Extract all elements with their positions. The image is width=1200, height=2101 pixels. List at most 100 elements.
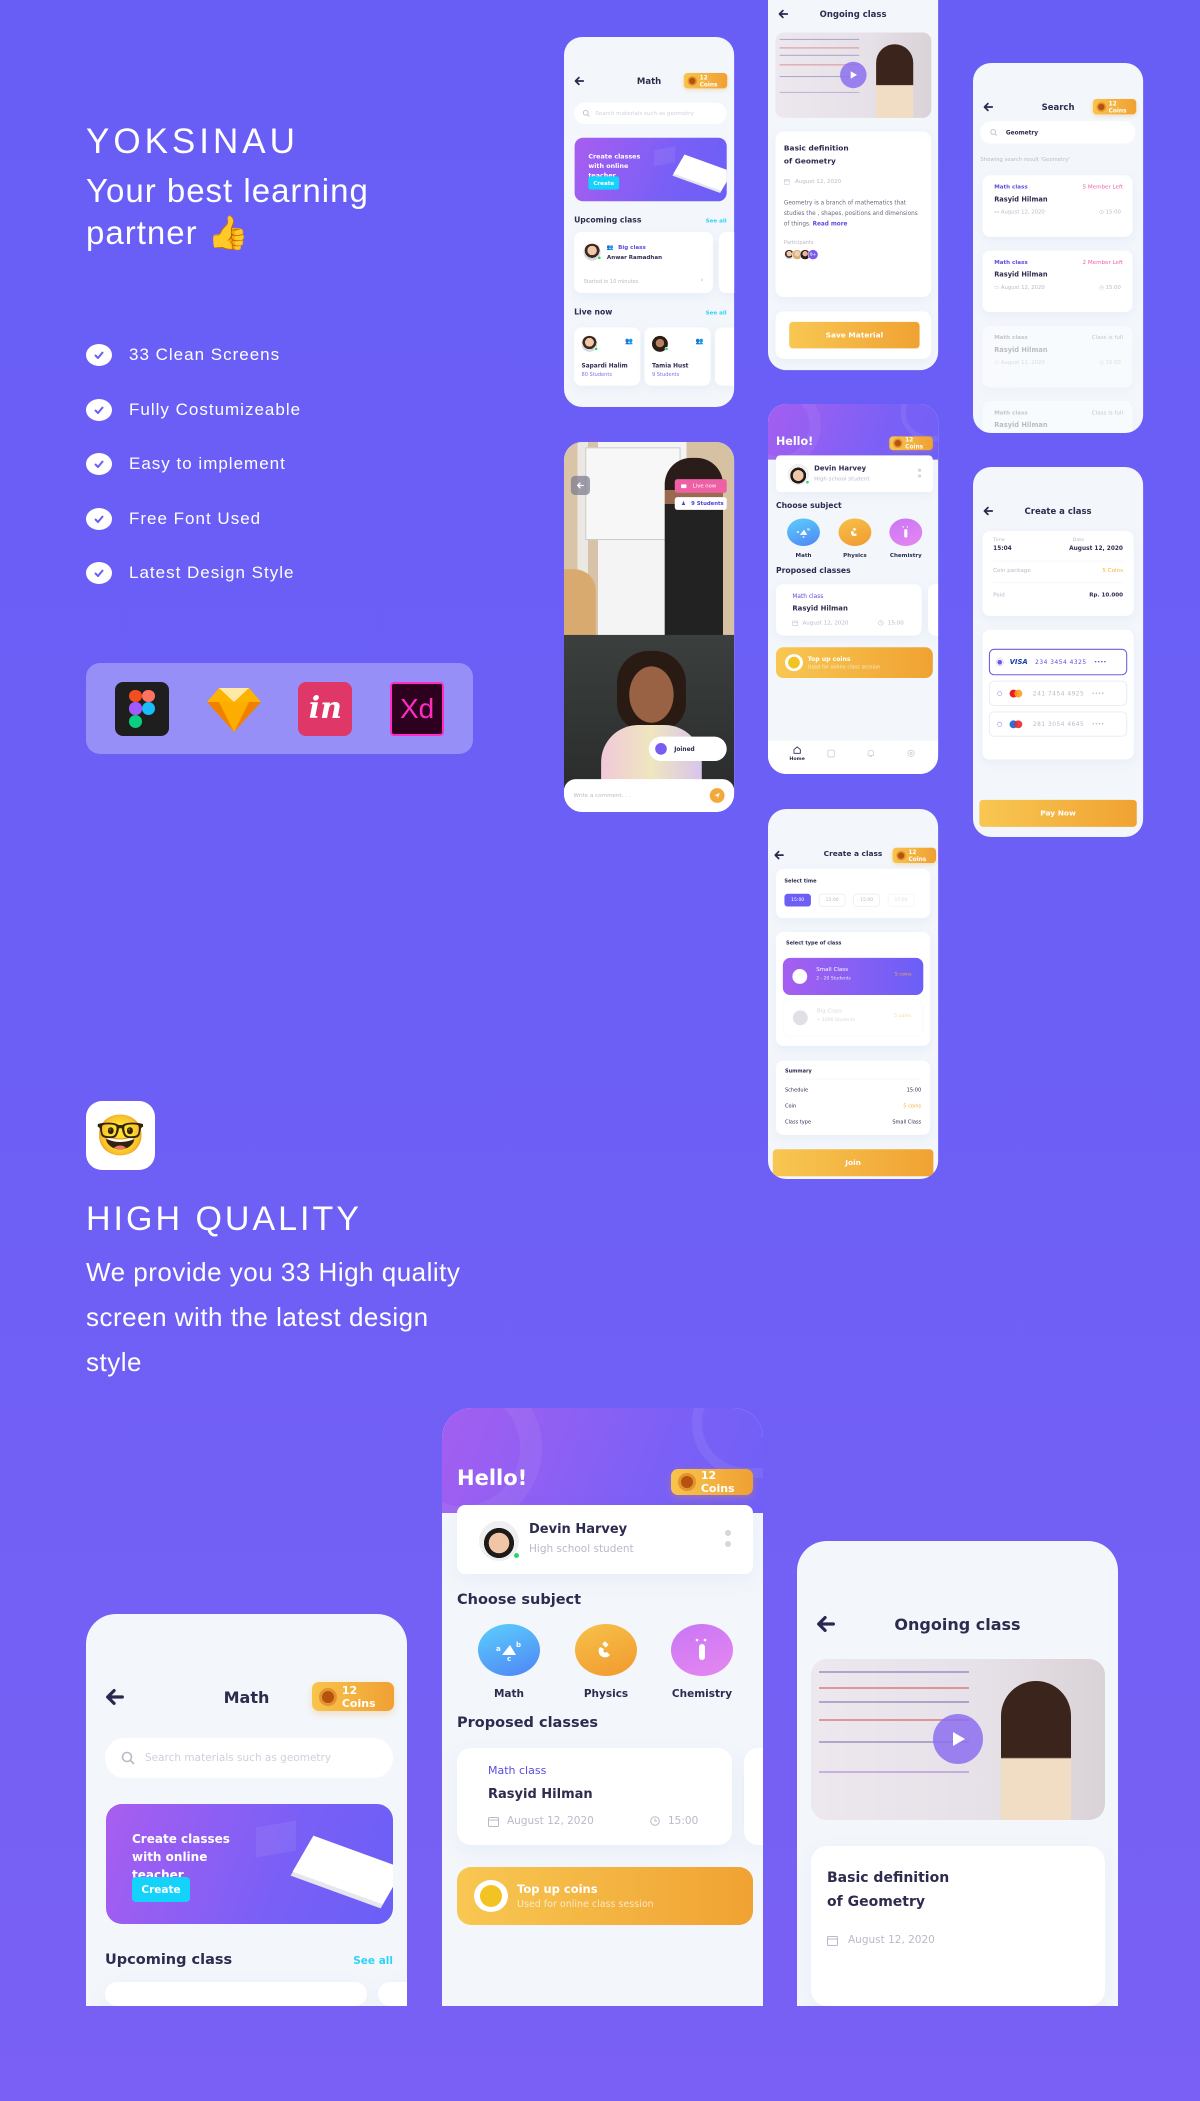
search-result-item[interactable]: Math class 2 Member Left Rasyid Hilman ▭…: [982, 250, 1133, 313]
user-name: Devin Harvey: [529, 1522, 628, 1537]
pay-now-button[interactable]: Pay Now: [979, 799, 1137, 827]
play-button[interactable]: [840, 61, 867, 89]
join-button[interactable]: Join: [772, 1149, 934, 1177]
top-up-coins-banner[interactable]: Top up coins Used for online class sessi…: [775, 647, 933, 679]
payment-card-option[interactable]: 241 7454 4925 ••••: [988, 680, 1128, 707]
search-result-item[interactable]: Math class 5 Member Left Rasyid Hilman ▭…: [982, 175, 1133, 237]
upcoming-class-card[interactable]: [105, 1982, 367, 2006]
summary-title: Summary: [784, 1068, 812, 1074]
subject-math-button[interactable]: a bc: [478, 1624, 540, 1676]
class-type-price: 5 coins: [894, 1013, 912, 1019]
subject-label: Math: [795, 552, 812, 559]
subject-chemistry-button[interactable]: [889, 518, 923, 547]
coins-badge[interactable]: 12 Coins: [671, 1469, 753, 1495]
search-result-item[interactable]: Math class Class is full Rasyid Hilman ▭…: [982, 325, 1133, 388]
upcoming-title: Upcoming class: [105, 1952, 233, 1968]
coin-icon: [474, 1880, 508, 1912]
search-input[interactable]: Geometry: [980, 121, 1136, 144]
proposed-class-card[interactable]: Math class Rasyid Hilman August 12, 2020…: [775, 584, 922, 636]
read-more-link[interactable]: Read more: [813, 220, 848, 227]
coins-label: 12 Coins: [908, 848, 927, 863]
teacher-name: Rasyid Hilman: [994, 194, 1048, 203]
coins-badge[interactable]: 12 Coins: [312, 1682, 394, 1711]
material-date: August 12, 2020: [783, 178, 841, 185]
triangle-abc-icon: a bc: [496, 1641, 521, 1661]
create-button[interactable]: Create: [588, 176, 620, 190]
time-chip-selected[interactable]: 15:00: [784, 893, 811, 907]
select-type-card: Select type of class Small Class 2 - 20 …: [775, 931, 931, 1046]
video-thumbnail[interactable]: [811, 1659, 1105, 1820]
chevron-right-icon[interactable]: ›: [700, 276, 703, 284]
save-material-button[interactable]: Save Material: [789, 321, 920, 349]
participants-avatars[interactable]: 9+: [783, 249, 819, 260]
coins-badge[interactable]: 12 Coins: [889, 436, 933, 451]
check-icon: [86, 562, 112, 585]
svg-text:a: a: [797, 530, 800, 534]
time-chip[interactable]: 15:00: [887, 893, 915, 907]
feature-label: 33 Clean Screens: [129, 345, 281, 365]
comment-input[interactable]: Write a comment. . .: [564, 779, 735, 812]
class-type-option[interactable]: Big Class + 1000 Students 5 coins: [782, 999, 924, 1037]
class-time: ◷ 15:00: [1099, 284, 1121, 291]
radio-unselected[interactable]: [997, 690, 1003, 696]
teacher-name: Tamia Hust: [651, 362, 689, 370]
subject-chemistry-button[interactable]: [671, 1624, 733, 1676]
subject-physics-button[interactable]: [838, 518, 872, 547]
user-name: Devin Harvey: [814, 464, 867, 473]
greeting: Hello!: [775, 434, 814, 448]
proposed-title: Proposed classes: [775, 566, 851, 576]
nav-home[interactable]: Home: [784, 746, 811, 762]
magnet-icon: [850, 527, 858, 537]
live-teacher-card[interactable]: 👥 Sapardi Halim 80 Students: [574, 327, 641, 386]
nav-classes[interactable]: [827, 749, 835, 760]
feature-label: Latest Design Style: [129, 563, 295, 583]
search-input[interactable]: Search materials such as geometry: [574, 102, 727, 124]
coin-icon: [689, 77, 696, 84]
time-label: Time: [993, 537, 1005, 543]
subject-physics-button[interactable]: [575, 1624, 637, 1676]
profile-card[interactable]: Devin Harvey High school student: [775, 455, 933, 492]
video-thumbnail[interactable]: [775, 32, 932, 118]
coins-label: 12 Coins: [905, 436, 924, 451]
invision-icon: in: [298, 681, 353, 736]
coins-badge[interactable]: 12 Coins: [892, 847, 937, 864]
see-all-link[interactable]: See all: [353, 1955, 393, 1967]
profile-card[interactable]: Devin Harvey High school student: [457, 1505, 753, 1574]
payment-card-option[interactable]: 281 3054 4645 ••••: [988, 711, 1128, 737]
calendar-icon: [488, 1816, 499, 1827]
teacher-name: Sapardi Halim: [581, 362, 628, 370]
bottom-nav: Home: [768, 740, 939, 774]
proposed-class-card[interactable]: Math class Rasyid Hilman August 12, 2020…: [457, 1748, 732, 1845]
upcoming-class-card[interactable]: 👥 Big class Anwar Ramadhan Started in 10 …: [574, 232, 713, 293]
play-button[interactable]: [933, 1714, 983, 1764]
date-value: August 12, 2020: [1069, 544, 1123, 552]
bell-icon: [867, 749, 874, 757]
create-button[interactable]: Create: [132, 1877, 190, 1902]
back-arrow-icon[interactable]: [773, 849, 785, 861]
radio-selected[interactable]: [997, 659, 1003, 665]
more-options-icon[interactable]: [725, 1530, 731, 1548]
search-input[interactable]: Search materials such as geometry: [105, 1738, 393, 1778]
subject-math-button[interactable]: a bc: [787, 518, 820, 547]
live-teacher-card[interactable]: 👥 Tamia Hust 9 Students: [644, 327, 711, 386]
time-chip[interactable]: 15:00: [818, 893, 846, 907]
back-button[interactable]: [570, 475, 590, 495]
see-all-link[interactable]: See all: [706, 218, 727, 224]
top-up-coins-banner[interactable]: Top up coins Used for online class sessi…: [457, 1867, 753, 1925]
coins-badge[interactable]: 12 Coins: [1092, 99, 1137, 115]
class-type-option-selected[interactable]: Small Class 2 - 20 Students 5 coins: [782, 957, 924, 996]
radio-unselected[interactable]: [997, 721, 1003, 727]
coins-badge[interactable]: 12 Coins: [683, 73, 728, 89]
person-icon: ♟: [681, 500, 686, 507]
payment-card-option[interactable]: VISA 234 3454 4325 ••••: [988, 648, 1128, 676]
coins-label: 12 Coins: [1108, 99, 1127, 114]
search-result-item[interactable]: Math class Class is full Rasyid Hilman: [982, 401, 1133, 433]
send-button[interactable]: [709, 788, 725, 803]
class-type-desc: + 1000 Students: [816, 1017, 855, 1023]
see-all-link[interactable]: See all: [706, 310, 727, 316]
time-chip[interactable]: 15:00: [853, 893, 880, 907]
nav-notifications[interactable]: [867, 749, 874, 760]
check-icon: [86, 453, 112, 476]
nav-settings[interactable]: [907, 749, 915, 760]
more-options-icon[interactable]: [917, 468, 922, 479]
